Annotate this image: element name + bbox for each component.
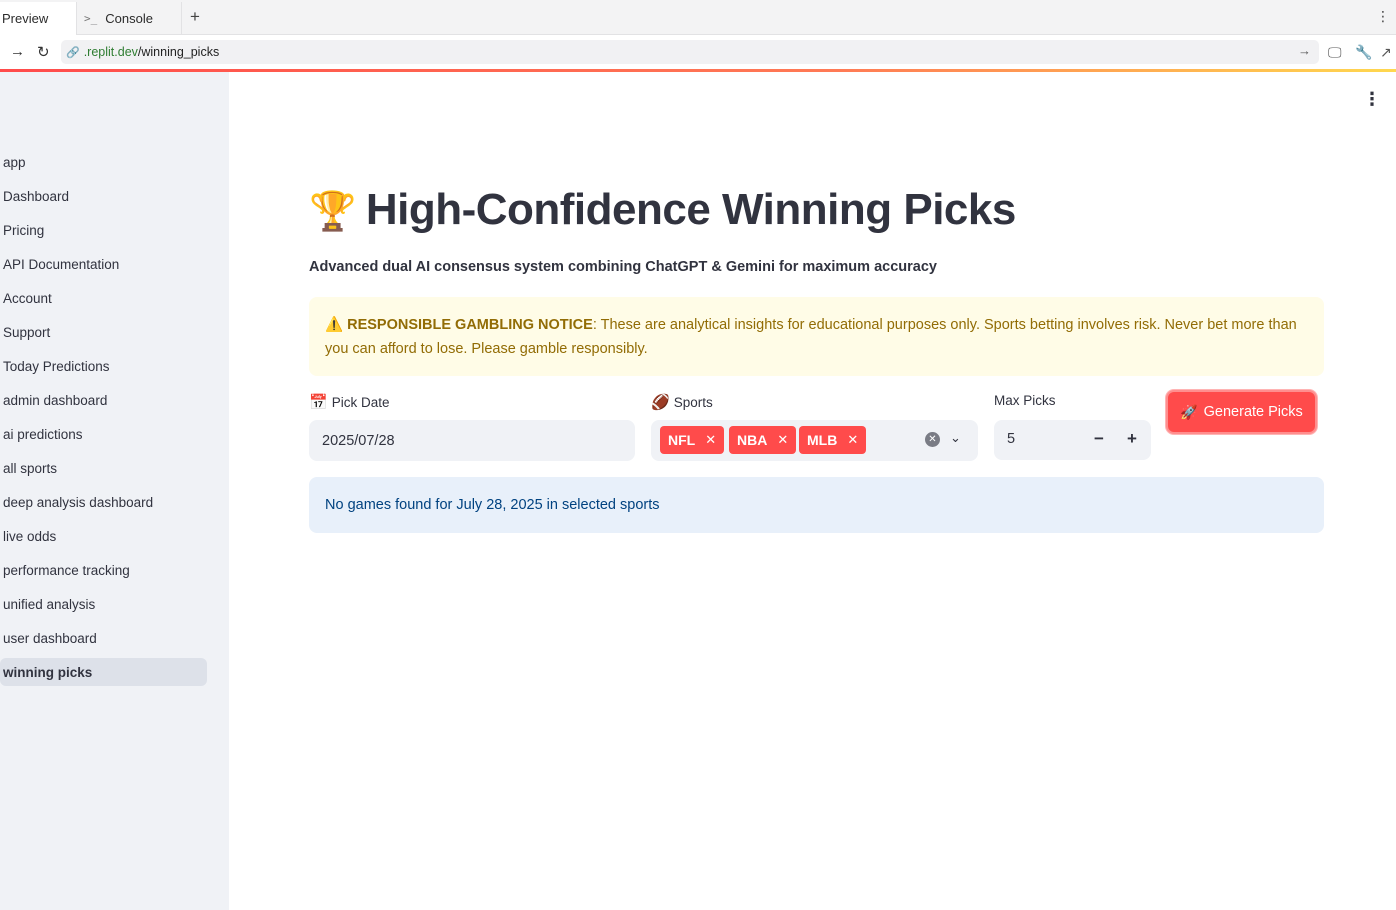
sidebar-item-live-odds[interactable]: live odds bbox=[0, 522, 207, 550]
sidebar-item-ai-predictions[interactable]: ai predictions bbox=[0, 420, 207, 448]
gambling-notice-alert: ⚠️ RESPONSIBLE GAMBLING NOTICE: These ar… bbox=[309, 297, 1324, 376]
kebab-menu-icon[interactable]: ⋮ bbox=[1376, 8, 1390, 25]
chevron-down-icon[interactable]: ⌄ bbox=[950, 430, 961, 446]
url-field[interactable]: 🔗 .replit.dev/winning_picks → bbox=[61, 40, 1319, 64]
trophy-icon: 🏆 bbox=[309, 189, 356, 233]
remove-chip-icon[interactable]: ✕ bbox=[777, 432, 788, 448]
tab-console[interactable]: >_ Console bbox=[78, 2, 182, 35]
sidebar-item-app[interactable]: app bbox=[0, 148, 207, 176]
sidebar-item-account[interactable]: Account bbox=[0, 284, 207, 312]
info-message: No games found for July 28, 2025 in sele… bbox=[325, 497, 660, 513]
max-picks-stepper[interactable]: 5 − + bbox=[994, 420, 1151, 460]
link-icon: 🔗 bbox=[66, 46, 80, 59]
sidebar-item-label: API Documentation bbox=[3, 256, 120, 272]
page-title: 🏆 High-Confidence Winning Picks bbox=[309, 185, 1016, 235]
sport-chip-nfl: NFL ✕ bbox=[660, 426, 725, 454]
sidebar-item-admin-dashboard[interactable]: admin dashboard bbox=[0, 386, 207, 414]
calendar-icon: 📅 bbox=[309, 394, 328, 411]
sport-chip-nba: NBA ✕ bbox=[729, 426, 797, 454]
pick-date-label-text: Pick Date bbox=[331, 394, 390, 410]
sidebar: app Dashboard Pricing API Documentation … bbox=[0, 72, 229, 910]
pick-date-label: 📅 Pick Date bbox=[309, 393, 389, 411]
sidebar-item-pricing[interactable]: Pricing bbox=[0, 216, 207, 244]
reload-icon[interactable]: ↻ bbox=[37, 43, 50, 61]
sidebar-item-dashboard[interactable]: Dashboard bbox=[0, 182, 207, 210]
sports-label: 🏈 Sports bbox=[651, 393, 713, 411]
monitor-icon[interactable]: 🖵 bbox=[1328, 44, 1342, 61]
clear-all-icon[interactable]: ✕ bbox=[925, 432, 940, 447]
go-arrow-icon[interactable]: → bbox=[1298, 43, 1311, 58]
sidebar-item-support[interactable]: Support bbox=[0, 318, 207, 346]
page-subtitle: Advanced dual AI consensus system combin… bbox=[309, 259, 937, 275]
generate-picks-label: Generate Picks bbox=[1203, 404, 1303, 420]
sidebar-item-winning-picks[interactable]: winning picks bbox=[0, 658, 207, 686]
sport-chip-mlb: MLB ✕ bbox=[799, 426, 867, 454]
tab-preview-label: Preview bbox=[2, 11, 49, 26]
pick-date-input[interactable]: 2025/07/28 bbox=[309, 420, 635, 461]
remove-chip-icon[interactable]: ✕ bbox=[705, 432, 716, 448]
new-tab-icon[interactable]: + bbox=[190, 7, 200, 27]
forward-arrow-icon[interactable]: → bbox=[10, 43, 25, 60]
max-picks-value: 5 bbox=[1007, 431, 1016, 447]
rocket-icon: 🚀 bbox=[1180, 403, 1198, 420]
minus-icon[interactable]: − bbox=[1094, 429, 1104, 449]
sidebar-item-api-documentation[interactable]: API Documentation bbox=[0, 250, 207, 278]
sidebar-item-deep-analysis-dashboard[interactable]: deep analysis dashboard bbox=[0, 488, 207, 516]
football-icon: 🏈 bbox=[651, 394, 670, 411]
sidebar-item-label: Account bbox=[3, 290, 52, 306]
notice-heading: RESPONSIBLE GAMBLING NOTICE bbox=[347, 317, 593, 333]
sidebar-item-label: Today Predictions bbox=[3, 358, 110, 374]
max-picks-label: Max Picks bbox=[994, 393, 1056, 408]
tab-console-label: Console bbox=[105, 11, 153, 26]
chip-label: NFL bbox=[668, 432, 696, 448]
terminal-icon: >_ bbox=[84, 12, 98, 25]
chip-label: MLB bbox=[807, 432, 838, 448]
sidebar-item-label: user dashboard bbox=[3, 630, 97, 646]
url-path: /winning_picks bbox=[137, 45, 220, 59]
sports-label-text: Sports bbox=[673, 394, 713, 410]
sports-multiselect[interactable]: NFL ✕ NBA ✕ MLB ✕ ✕ ⌄ bbox=[651, 420, 978, 461]
sidebar-item-performance-tracking[interactable]: performance tracking bbox=[0, 556, 207, 584]
remove-chip-icon[interactable]: ✕ bbox=[847, 432, 858, 448]
sidebar-item-label: performance tracking bbox=[3, 562, 130, 578]
main-menu-kebab-icon[interactable]: ⋮ bbox=[1363, 89, 1381, 110]
sidebar-item-label: ai predictions bbox=[3, 426, 83, 442]
max-picks-label-text: Max Picks bbox=[994, 393, 1056, 408]
sidebar-item-label: all sports bbox=[3, 460, 58, 476]
sidebar-item-label: live odds bbox=[3, 528, 57, 544]
no-games-info-alert: No games found for July 28, 2025 in sele… bbox=[309, 477, 1324, 533]
sidebar-item-label: deep analysis dashboard bbox=[3, 494, 154, 510]
plus-icon[interactable]: + bbox=[1127, 429, 1137, 449]
generate-picks-button[interactable]: 🚀 Generate Picks bbox=[1166, 390, 1317, 434]
sidebar-item-label: unified analysis bbox=[3, 596, 96, 612]
sidebar-item-user-dashboard[interactable]: user dashboard bbox=[0, 624, 207, 652]
chip-label: NBA bbox=[737, 432, 768, 448]
sidebar-item-label: admin dashboard bbox=[3, 392, 108, 408]
warning-icon: ⚠️ bbox=[325, 317, 344, 333]
browser-tab-bar: Preview >_ Console + ⋮ bbox=[0, 0, 1396, 35]
sidebar-item-today-predictions[interactable]: Today Predictions bbox=[0, 352, 207, 380]
sidebar-item-all-sports[interactable]: all sports bbox=[0, 454, 207, 482]
pick-date-value: 2025/07/28 bbox=[322, 432, 395, 449]
sidebar-item-label: winning picks bbox=[3, 664, 93, 680]
sidebar-item-label: app bbox=[3, 154, 26, 170]
page-title-text: High-Confidence Winning Picks bbox=[365, 185, 1017, 234]
external-link-icon[interactable]: ↗ bbox=[1380, 44, 1392, 61]
sidebar-item-unified-analysis[interactable]: unified analysis bbox=[0, 590, 207, 618]
sidebar-item-label: Support bbox=[3, 324, 51, 340]
sidebar-item-label: Pricing bbox=[3, 222, 45, 238]
sidebar-item-label: Dashboard bbox=[3, 188, 70, 204]
url-host: .replit.dev bbox=[83, 45, 138, 59]
wrench-icon[interactable]: 🔧 bbox=[1355, 44, 1372, 61]
tab-preview[interactable]: Preview bbox=[0, 2, 77, 35]
